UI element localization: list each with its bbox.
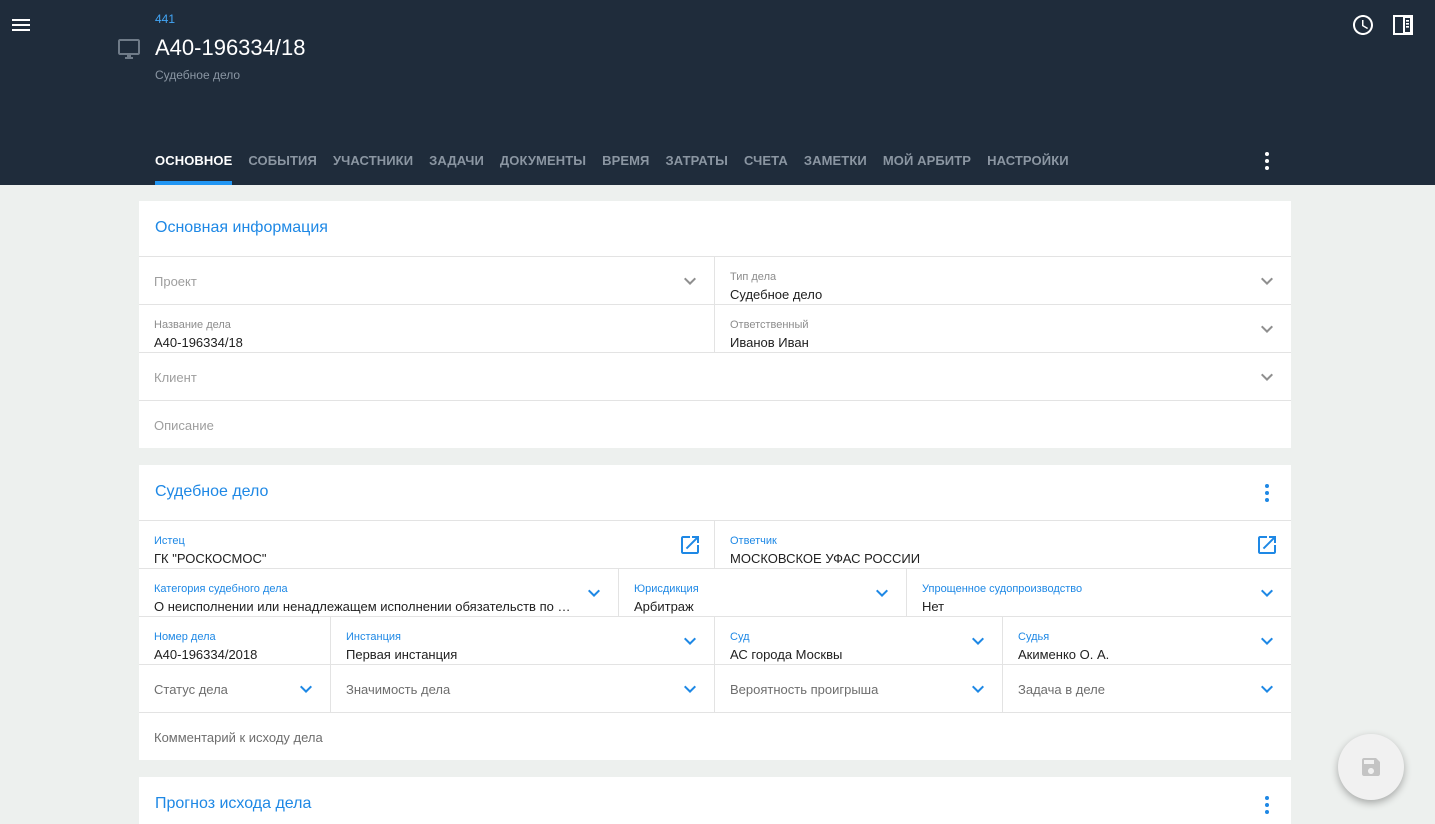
tab-tasks[interactable]: ЗАДАЧИ — [429, 140, 484, 185]
tab-my-arbiter[interactable]: МОЙ АРБИТР — [883, 140, 971, 185]
card-title-forecast: Прогноз исхода дела — [155, 795, 312, 812]
menu-icon[interactable] — [9, 13, 33, 37]
tab-expenses[interactable]: ЗАТРАТЫ — [666, 140, 728, 185]
chevron-down-icon — [300, 685, 312, 693]
open-in-new-icon[interactable] — [1255, 533, 1279, 557]
category-label: Категория судебного дела — [154, 583, 288, 595]
plaintiff-value: ГК "РОСКОСМОС" — [154, 551, 267, 566]
plaintiff-field[interactable]: Истец ГК "РОСКОСМОС" — [139, 520, 715, 568]
open-in-new-icon[interactable] — [678, 533, 702, 557]
jurisdiction-value: Арбитраж — [634, 599, 694, 614]
more-vert-icon[interactable] — [1255, 481, 1279, 505]
jurisdiction-label: Юрисдикция — [634, 583, 699, 595]
chevron-down-icon — [1261, 325, 1273, 333]
save-button[interactable] — [1338, 734, 1404, 800]
case-number-field[interactable]: Номер дела А40-196334/2018 — [139, 616, 331, 664]
chevron-down-icon — [684, 685, 696, 693]
judge-label: Судья — [1018, 631, 1050, 643]
chevron-down-icon — [972, 637, 984, 645]
tab-bar: ОСНОВНОЕ СОБЫТИЯ УЧАСТНИКИ ЗАДАЧИ ДОКУМЕ… — [155, 140, 1085, 185]
chevron-down-icon — [1261, 685, 1273, 693]
case-number-value: А40-196334/2018 — [154, 647, 258, 662]
monitor-icon — [118, 39, 140, 59]
plaintiff-label: Истец — [154, 535, 185, 547]
save-icon — [1362, 758, 1380, 776]
project-placeholder: Проект — [154, 274, 197, 289]
responsible-value: Иванов Иван — [730, 335, 809, 350]
page-title: А40-196334/18 — [155, 35, 306, 60]
case-id: 441 — [155, 12, 176, 26]
client-select[interactable]: Клиент — [139, 352, 1291, 400]
status-placeholder: Статус дела — [154, 682, 228, 697]
chevron-down-icon — [588, 589, 600, 597]
history-icon[interactable] — [1351, 13, 1375, 37]
side-panel-icon[interactable] — [1391, 13, 1415, 37]
tab-settings[interactable]: НАСТРОЙКИ — [987, 140, 1069, 185]
importance-select[interactable]: Значимость дела — [331, 664, 715, 712]
page-subtitle: Судебное дело — [155, 68, 241, 82]
defendant-label: Ответчик — [730, 535, 777, 547]
defendant-value: МОСКОВСКОЕ УФАС РОССИИ — [730, 551, 921, 566]
responsible-label: Ответственный — [730, 319, 809, 331]
tab-events[interactable]: СОБЫТИЯ — [248, 140, 317, 185]
instance-label: Инстанция — [346, 631, 401, 643]
case-name-field[interactable]: Название дела А40-196334/18 — [139, 304, 715, 352]
card-title-main-info: Основная информация — [155, 219, 328, 236]
category-value: О неисполнении или ненадлежащем исполнен… — [154, 599, 574, 614]
chevron-down-icon — [684, 637, 696, 645]
card-title-court-case: Судебное дело — [155, 483, 269, 500]
case-type-select[interactable]: Тип дела Судебное дело — [715, 256, 1291, 304]
case-type-label: Тип дела — [730, 271, 777, 283]
court-value: АС города Москвы — [730, 647, 843, 662]
task-select[interactable]: Задача в деле — [1003, 664, 1291, 712]
judge-value: Акименко О. А. — [1018, 647, 1110, 662]
chevron-down-icon — [1261, 277, 1273, 285]
simplified-procedure-select[interactable]: Упрощенное судопроизводство Нет — [907, 568, 1291, 616]
outcome-comment-field[interactable]: Комментарий к исходу дела — [139, 712, 1291, 760]
more-vert-icon[interactable] — [1255, 793, 1279, 817]
loss-probability-select[interactable]: Вероятность проигрыша — [715, 664, 1003, 712]
tab-main[interactable]: ОСНОВНОЕ — [155, 140, 233, 185]
simplified-value: Нет — [922, 599, 945, 614]
tab-participants[interactable]: УЧАСТНИКИ — [333, 140, 413, 185]
judge-select[interactable]: Судья Акименко О. А. — [1003, 616, 1291, 664]
chevron-down-icon — [972, 685, 984, 693]
instance-select[interactable]: Инстанция Первая инстанция — [331, 616, 715, 664]
case-name-value: А40-196334/18 — [154, 335, 243, 350]
app-header: 441 А40-196334/18 Судебное дело ОСНОВНОЕ… — [0, 0, 1435, 185]
case-type-value: Судебное дело — [730, 287, 823, 302]
more-vert-icon[interactable] — [1255, 149, 1279, 173]
court-case-card: Судебное дело Истец ГК "РОСКОСМОС" Ответ… — [139, 465, 1291, 760]
category-select[interactable]: Категория судебного дела О неисполнении … — [139, 568, 619, 616]
instance-value: Первая инстанция — [346, 647, 458, 662]
main-info-card: Основная информация Проект Тип дела Суде… — [139, 201, 1291, 448]
jurisdiction-select[interactable]: Юрисдикция Арбитраж — [619, 568, 907, 616]
chevron-down-icon — [1261, 637, 1273, 645]
comment-placeholder: Комментарий к исходу дела — [154, 730, 323, 745]
chevron-down-icon — [876, 589, 888, 597]
client-placeholder: Клиент — [154, 370, 197, 385]
case-number-label: Номер дела — [154, 631, 216, 643]
chevron-down-icon — [684, 277, 696, 285]
description-placeholder: Описание — [154, 418, 214, 433]
chevron-down-icon — [1261, 373, 1273, 381]
loss-probability-placeholder: Вероятность проигрыша — [730, 682, 879, 697]
project-select[interactable]: Проект — [139, 256, 715, 304]
simplified-label: Упрощенное судопроизводство — [922, 583, 1083, 595]
court-select[interactable]: Суд АС города Москвы — [715, 616, 1003, 664]
chevron-down-icon — [1261, 589, 1273, 597]
task-placeholder: Задача в деле — [1018, 682, 1105, 697]
tab-invoices[interactable]: СЧЕТА — [744, 140, 788, 185]
forecast-card: Прогноз исхода дела — [139, 777, 1291, 824]
responsible-select[interactable]: Ответственный Иванов Иван — [715, 304, 1291, 352]
description-field[interactable]: Описание — [139, 400, 1291, 448]
court-label: Суд — [730, 631, 750, 643]
tab-documents[interactable]: ДОКУМЕНТЫ — [500, 140, 586, 185]
defendant-field[interactable]: Ответчик МОСКОВСКОЕ УФАС РОССИИ — [715, 520, 1291, 568]
tab-notes[interactable]: ЗАМЕТКИ — [804, 140, 867, 185]
importance-placeholder: Значимость дела — [346, 682, 451, 697]
case-name-label: Название дела — [154, 319, 231, 331]
status-select[interactable]: Статус дела — [139, 664, 331, 712]
tab-time[interactable]: ВРЕМЯ — [602, 140, 649, 185]
